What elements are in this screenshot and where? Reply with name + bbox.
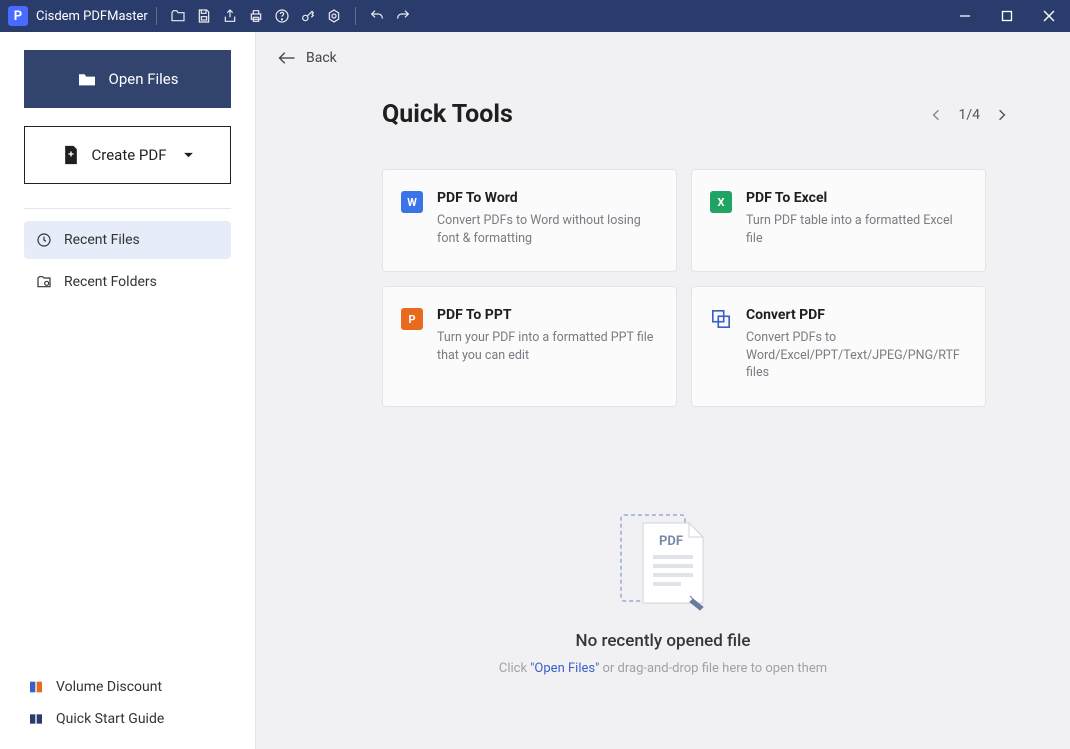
print-icon[interactable] [244,4,268,28]
book-icon [28,711,44,727]
sidebar-item-recent-files[interactable]: Recent Files [24,221,231,259]
app-name: Cisdem PDFMaster [36,9,148,24]
sidebar-item-label: Recent Files [64,232,140,248]
sidebar-item-recent-folders[interactable]: Recent Folders [24,263,231,301]
open-files-button[interactable]: Open Files [24,50,231,108]
svg-text:PDF: PDF [659,534,683,549]
card-convert-pdf[interactable]: Convert PDF Convert PDFs to Word/Excel/P… [691,286,986,407]
folder-icon [77,71,97,87]
caret-down-icon [183,152,194,159]
empty-sub-prefix: Click [499,661,530,676]
excel-icon: X [710,191,732,213]
folder-clock-icon [36,274,52,290]
sidebar-separator [24,208,231,209]
back-button[interactable]: Back [256,32,337,66]
convert-icon [710,308,732,330]
back-label: Back [306,50,337,66]
page-indicator: 1/4 [958,107,980,123]
volume-discount-link[interactable]: Volume Discount [24,671,231,703]
create-pdf-button[interactable]: Create PDF [24,126,231,184]
quick-start-guide-link[interactable]: Quick Start Guide [24,703,231,735]
card-pdf-to-excel[interactable]: X PDF To Excel Turn PDF table into a for… [691,169,986,272]
card-pdf-to-ppt[interactable]: P PDF To PPT Turn your PDF into a format… [382,286,677,407]
card-title: Convert PDF [746,307,967,323]
empty-sub-suffix: or drag-and-drop file here to open them [599,661,827,676]
discount-icon [28,679,44,695]
settings-icon[interactable] [322,4,346,28]
footer-item-label: Volume Discount [56,679,162,695]
card-desc: Convert PDFs to Word/Excel/PPT/Text/JPEG… [746,329,967,382]
maximize-button[interactable] [986,0,1028,32]
save-icon[interactable] [192,4,216,28]
clock-icon [36,232,52,248]
empty-state: PDF No recently opened file Click "Open … [256,507,1070,676]
empty-subtitle: Click "Open Files" or drag-and-drop file… [499,661,827,676]
minimize-button[interactable] [944,0,986,32]
titlebar-separator [156,7,157,25]
key-icon[interactable] [296,4,320,28]
titlebar: P Cisdem PDFMaster [0,0,1070,32]
main-area: Back Quick Tools 1/4 W PDF To Word Conve… [256,32,1070,749]
ppt-icon: P [401,308,423,330]
svg-text:X: X [718,196,725,209]
redo-icon[interactable] [391,4,415,28]
close-button[interactable] [1028,0,1070,32]
help-icon[interactable] [270,4,294,28]
card-pdf-to-word[interactable]: W PDF To Word Convert PDFs to Word witho… [382,169,677,272]
quick-tools-cards: W PDF To Word Convert PDFs to Word witho… [256,129,1070,407]
card-title: PDF To Word [437,190,658,206]
quick-tools-header: Quick Tools 1/4 [256,66,1070,129]
word-icon: W [401,191,423,213]
svg-text:W: W [407,196,417,209]
footer-item-label: Quick Start Guide [56,711,164,727]
sidebar: Open Files Create PDF Recent Files Recen… [0,32,256,749]
card-title: PDF To Excel [746,190,967,206]
card-desc: Turn PDF table into a formatted Excel fi… [746,212,967,247]
empty-title: No recently opened file [576,631,751,651]
share-icon[interactable] [218,4,242,28]
next-page-button[interactable] [998,108,1006,122]
card-title: PDF To PPT [437,307,658,323]
svg-text:P: P [408,313,415,326]
card-desc: Convert PDFs to Word without losing font… [437,212,658,247]
create-pdf-label: Create PDF [92,146,167,164]
sidebar-item-label: Recent Folders [64,274,157,290]
open-files-label: Open Files [109,70,179,88]
titlebar-separator [355,7,356,25]
open-folder-icon[interactable] [166,4,190,28]
create-doc-icon [62,145,80,165]
card-desc: Turn your PDF into a formatted PPT file … [437,329,658,364]
page-title: Quick Tools [382,100,513,129]
open-files-link[interactable]: "Open Files" [530,661,599,676]
empty-illustration-icon: PDF [613,507,713,617]
app-logo-icon: P [8,6,28,26]
prev-page-button[interactable] [932,108,940,122]
back-arrow-icon [278,51,296,65]
undo-icon[interactable] [365,4,389,28]
